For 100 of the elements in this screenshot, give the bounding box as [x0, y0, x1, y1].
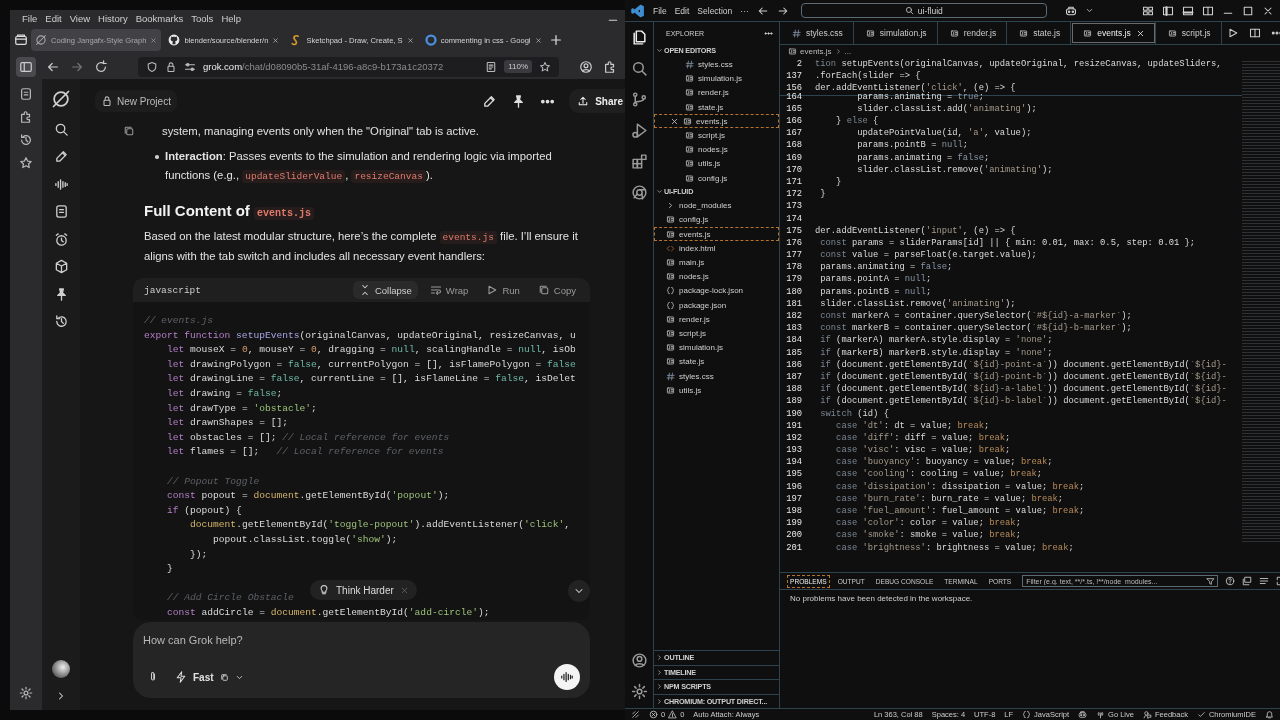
reload-icon[interactable] [94, 59, 108, 74]
sliders-icon[interactable] [184, 60, 196, 73]
copilot-icon[interactable] [1064, 4, 1077, 17]
sidebar-layout-icon[interactable] [1162, 4, 1174, 17]
bookmark-star-icon[interactable] [539, 60, 551, 73]
menu-item[interactable]: Edit [674, 5, 690, 16]
breadcrumb-item[interactable]: ... [844, 46, 852, 56]
editor-tab[interactable]: styles.css [780, 22, 854, 44]
menu-item[interactable]: File [653, 5, 667, 16]
back-icon[interactable] [756, 4, 769, 17]
bell-icon[interactable] [1265, 710, 1274, 719]
menu-item[interactable]: Selection [697, 5, 733, 16]
menu-item[interactable]: History [98, 12, 128, 24]
zoom-level-badge[interactable]: 110% [504, 60, 532, 73]
editor-tab[interactable]: script.js [1155, 22, 1222, 44]
code-action-button[interactable]: Collapse [352, 281, 418, 299]
explorer-entry[interactable]: package.json [654, 298, 779, 313]
editor-tab[interactable]: simulation.js [853, 22, 938, 44]
explorer-entry[interactable]: events.js [654, 114, 779, 129]
menu-item[interactable]: Tools [191, 12, 214, 24]
close-icon[interactable] [406, 36, 414, 44]
source-control-icon[interactable] [630, 91, 648, 108]
vscode-logo-icon[interactable] [631, 3, 645, 18]
document-icon[interactable] [53, 204, 69, 219]
code-action-button[interactable]: Wrap [423, 281, 475, 299]
extensions-icon[interactable] [603, 59, 617, 74]
copilot-icon[interactable] [1078, 710, 1088, 719]
voice-icon[interactable] [53, 176, 69, 192]
search-icon[interactable] [53, 121, 69, 137]
explorer-entry[interactable]: nodes.js [654, 142, 779, 157]
search-icon[interactable] [630, 60, 648, 77]
new-tab-icon[interactable] [548, 33, 563, 47]
alarm-clock-icon[interactable] [53, 231, 69, 247]
run-icon[interactable] [1226, 27, 1239, 39]
explorer-entry[interactable]: render.js [654, 85, 779, 101]
extensions-icon[interactable] [630, 153, 648, 170]
list-icon[interactable] [1259, 576, 1270, 586]
help-icon[interactable] [1225, 576, 1236, 586]
history-icon[interactable] [53, 314, 69, 329]
explorer-entry[interactable]: utils.js [654, 156, 779, 171]
explorer-entry[interactable]: script.js [654, 326, 779, 341]
maximize-icon[interactable] [1242, 4, 1254, 17]
document-icon[interactable] [19, 87, 33, 101]
circle-slash-logo-icon[interactable] [51, 89, 71, 109]
settings-icon[interactable] [19, 686, 33, 700]
split-editor-icon[interactable] [1248, 27, 1261, 39]
split-layout-icon[interactable] [1202, 4, 1214, 17]
explorer-entry[interactable]: state.js [654, 100, 779, 115]
edit-icon[interactable] [482, 93, 498, 109]
forward-icon[interactable] [776, 4, 789, 17]
command-center-search[interactable]: ui-fluid [800, 3, 1047, 18]
chevron-down-icon[interactable] [1084, 6, 1094, 15]
sidebar-toggle-button[interactable] [16, 56, 36, 77]
explorer-entry[interactable]: simulation.js [654, 71, 779, 86]
prompt-field[interactable]: How can Grok help? [143, 630, 580, 646]
menu-item[interactable]: File [22, 12, 38, 24]
mode-selector[interactable]: Fast [175, 671, 244, 683]
explorer-entry[interactable]: config.js [654, 171, 779, 186]
explorer-entry[interactable]: utils.js [654, 383, 779, 398]
code-action-button[interactable]: Copy [531, 281, 582, 299]
explorer-entry[interactable]: nodes.js [654, 269, 779, 284]
menu-item[interactable]: Bookmarks [135, 12, 184, 24]
menu-item[interactable]: ··· [740, 5, 749, 16]
account-icon[interactable] [630, 652, 648, 669]
explorer-entry[interactable]: main.js [654, 255, 779, 270]
files-icon[interactable] [630, 29, 648, 46]
menu-item[interactable]: Edit [45, 12, 62, 24]
tab-overview-icon[interactable] [14, 33, 28, 47]
explorer-entry[interactable]: index.html [654, 241, 779, 256]
avatar[interactable] [52, 659, 70, 678]
close-icon[interactable] [272, 36, 280, 44]
history-icon[interactable] [19, 133, 33, 147]
explorer-entry[interactable]: package-lock.json [654, 283, 779, 298]
close-icon[interactable] [534, 36, 542, 44]
explorer-entry[interactable]: script.js [654, 128, 779, 143]
address-bar[interactable]: grok.com/chat/d08090b5-31af-4196-a8c9-b173a1c20372 110% [138, 56, 559, 77]
breadcrumb-item[interactable]: events.js [800, 46, 832, 56]
edit-icon[interactable] [53, 149, 69, 164]
explorer-entry[interactable]: styles.css [654, 368, 779, 384]
cube-icon[interactable] [53, 259, 69, 274]
run-debug-icon[interactable] [630, 122, 648, 139]
voice-mode-button[interactable] [554, 664, 580, 690]
account-icon[interactable] [579, 59, 593, 74]
panel-layout-icon[interactable] [1182, 4, 1194, 17]
think-harder-chip[interactable]: Think Harder [310, 580, 417, 600]
star-icon[interactable] [19, 156, 33, 170]
puzzle-icon[interactable] [19, 110, 33, 124]
close-icon[interactable] [1135, 28, 1145, 38]
share-button[interactable]: Share [569, 89, 625, 113]
editor-tab[interactable]: events.js [1071, 22, 1156, 44]
copy-icon[interactable] [1242, 576, 1253, 586]
explorer-entry[interactable]: config.js [654, 212, 779, 228]
remote-icon[interactable] [631, 710, 640, 719]
explorer-entry[interactable]: events.js [654, 227, 779, 242]
explorer-entry[interactable]: styles.css [654, 57, 779, 72]
editor-tab[interactable]: state.js [1007, 22, 1072, 44]
explorer-entry[interactable]: simulation.js [654, 340, 779, 355]
lock-icon[interactable] [165, 60, 177, 73]
menu-item[interactable]: Help [221, 12, 241, 24]
menu-item[interactable]: View [69, 12, 91, 24]
